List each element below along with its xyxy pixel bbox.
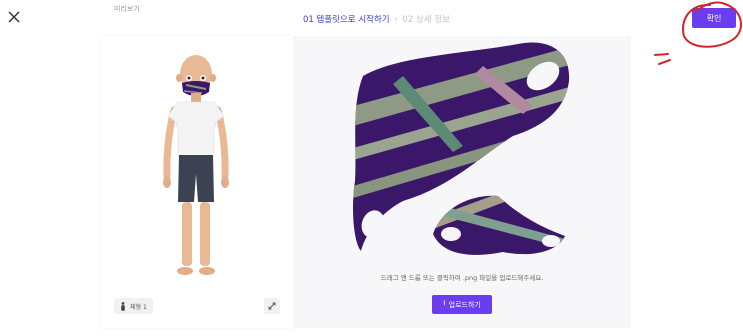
step-2: 02 상세 정보	[402, 15, 450, 25]
avatar-figure	[163, 55, 229, 275]
mask-template-image	[353, 42, 570, 255]
close-button[interactable]	[6, 9, 22, 25]
preview-label: 미리보기	[114, 5, 140, 13]
template-upload-area[interactable]: 드래그 앤 드롭 또는 클릭하여 .png 파일을 업로드해주세요. ⭱ 업로드…	[293, 36, 631, 328]
step-1: 01 템플릿으로 시작하기	[303, 15, 390, 25]
upload-button-label: 업로드하기	[448, 300, 481, 309]
body-type-label: 체형 1	[130, 303, 147, 311]
confirm-button[interactable]: 확인	[692, 8, 736, 28]
expand-button[interactable]	[264, 298, 280, 314]
upload-hint: 드래그 앤 드롭 또는 클릭하여 .png 파일을 업로드해주세요.	[380, 274, 544, 282]
body-type-selector[interactable]: 체형 1	[114, 298, 153, 314]
close-icon	[8, 11, 20, 23]
expand-icon	[268, 302, 276, 310]
avatar-preview-panel: 체형 1	[101, 36, 293, 328]
upload-button[interactable]: ⭱ 업로드하기	[432, 295, 492, 314]
person-icon	[121, 301, 125, 311]
step-indicator: 01 템플릿으로 시작하기 › 02 상세 정보	[303, 13, 450, 25]
step-separator: ›	[394, 15, 398, 25]
upload-icon: ⭱	[443, 299, 446, 307]
